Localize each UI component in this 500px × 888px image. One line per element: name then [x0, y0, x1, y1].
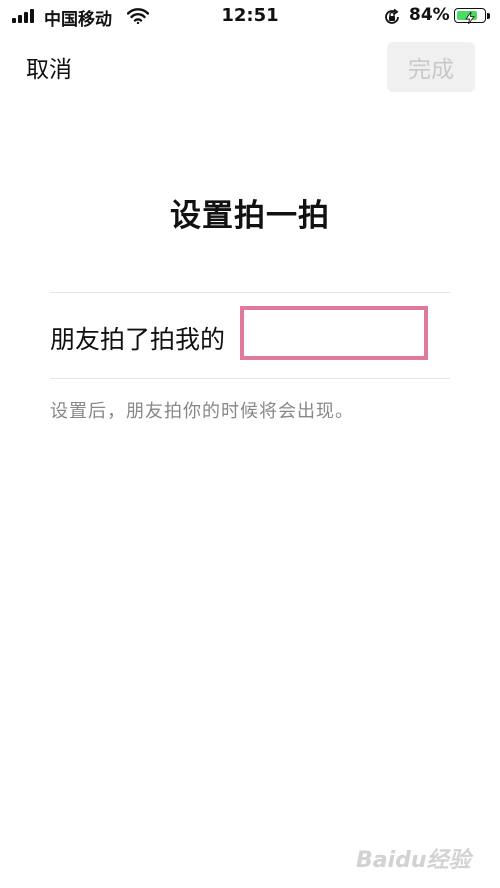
divider-bottom [50, 378, 450, 379]
hint-text: 设置后，朋友拍你的时候将会出现。 [50, 401, 354, 422]
cancel-button[interactable]: 取消 [26, 50, 72, 84]
status-bar: 中国移动 12:51 84% [0, 0, 500, 34]
orientation-lock-icon [383, 8, 401, 30]
pat-row-label: 朋友拍了拍我的 [50, 325, 226, 354]
battery-tip [487, 13, 490, 19]
page-title: 设置拍一拍 [170, 198, 330, 234]
battery-percent: 84% [409, 5, 450, 25]
charging-bolt-icon [464, 9, 476, 28]
battery-charging-icon [454, 8, 486, 25]
pat-suffix-input[interactable] [240, 306, 428, 360]
done-button[interactable]: 完成 [387, 42, 475, 92]
baidu-jingyan-watermark: Baidu经验 [356, 848, 471, 873]
divider-top [50, 292, 450, 293]
